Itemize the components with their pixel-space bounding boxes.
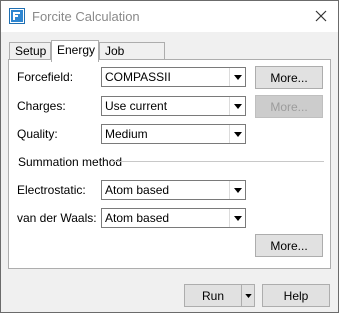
section-divider xyxy=(112,161,324,162)
quality-select[interactable]: Medium xyxy=(101,124,246,144)
forcite-app-icon xyxy=(9,8,25,24)
help-button[interactable]: Help xyxy=(262,284,330,307)
charges-label: Charges: xyxy=(17,99,66,113)
summation-method-heading: Summation method xyxy=(18,155,123,169)
energy-panel: Forcefield: COMPASSII More... Charges: U… xyxy=(8,59,331,269)
vdw-select[interactable]: Atom based xyxy=(101,208,246,228)
chevron-down-icon xyxy=(229,209,245,227)
run-button[interactable]: Run xyxy=(184,284,242,307)
title-bar: Forcite Calculation xyxy=(1,1,338,32)
vdw-label: van der Waals: xyxy=(17,211,97,225)
tab-energy[interactable]: Energy xyxy=(51,40,99,62)
charges-select[interactable]: Use current xyxy=(101,96,246,116)
chevron-down-icon xyxy=(229,68,245,86)
chevron-down-icon xyxy=(229,97,245,115)
chevron-down-icon xyxy=(229,125,245,143)
vdw-value: Atom based xyxy=(105,211,170,225)
forcefield-value: COMPASSII xyxy=(105,70,171,84)
window-title: Forcite Calculation xyxy=(32,9,140,24)
chevron-down-icon xyxy=(229,181,245,199)
summation-more-button[interactable]: More... xyxy=(255,234,323,257)
close-icon xyxy=(315,10,327,22)
chevron-down-icon xyxy=(244,293,252,298)
quality-value: Medium xyxy=(105,127,148,141)
electrostatic-select[interactable]: Atom based xyxy=(101,180,246,200)
close-button[interactable] xyxy=(308,4,334,28)
run-options-button[interactable] xyxy=(241,284,255,307)
quality-label: Quality: xyxy=(17,127,58,141)
forcefield-select[interactable]: COMPASSII xyxy=(101,67,246,87)
charges-value: Use current xyxy=(105,99,168,113)
electrostatic-label: Electrostatic: xyxy=(17,183,86,197)
dialog-window: Forcite Calculation Setup Energy Job Con… xyxy=(0,0,339,313)
charges-more-button[interactable]: More... xyxy=(255,95,323,118)
forcefield-label: Forcefield: xyxy=(17,70,74,84)
forcefield-more-button[interactable]: More... xyxy=(255,66,323,89)
electrostatic-value: Atom based xyxy=(105,183,170,197)
